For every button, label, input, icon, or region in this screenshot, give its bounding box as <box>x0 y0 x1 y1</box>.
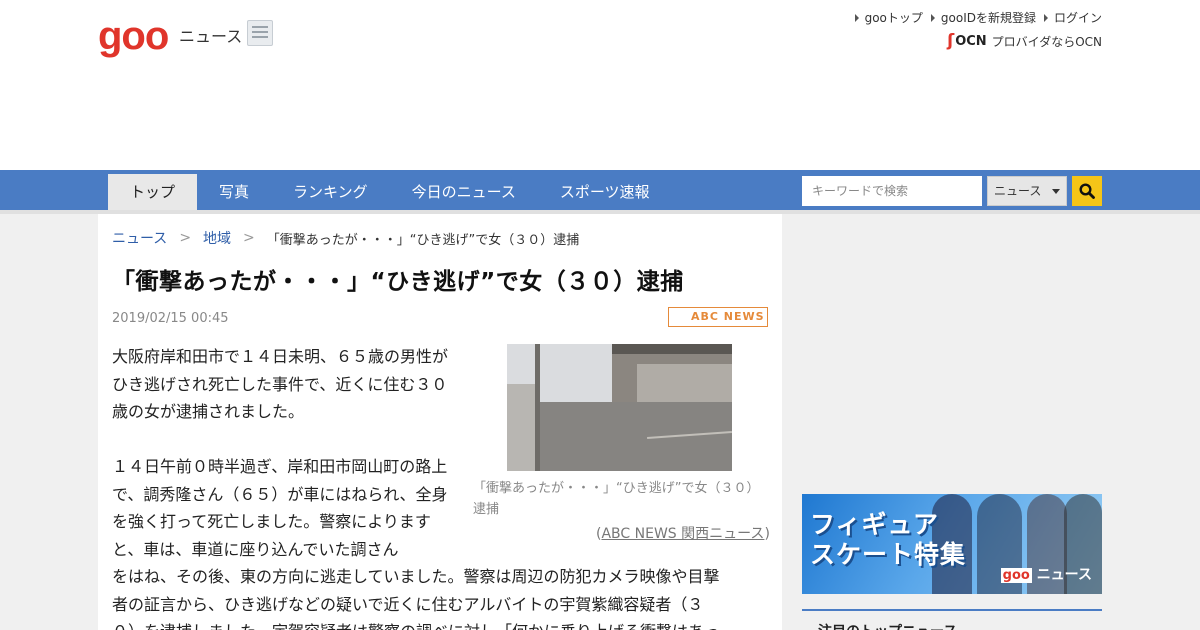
article-card: ニュース > 地域 > 「衝撃あったが・・・」“ひき逃げ”で女（３０）逮捕 「衝… <box>98 214 782 630</box>
triangle-right-icon <box>1043 13 1048 22</box>
figure-skating-banner[interactable]: フィギュア スケート特集 goo ニュース <box>802 494 1102 594</box>
triangle-right-icon <box>854 13 859 22</box>
chevron-down-icon <box>1052 189 1060 194</box>
tab-sports[interactable]: スポーツ速報 <box>538 174 672 210</box>
tab-todays-news[interactable]: 今日のニュース <box>390 174 538 210</box>
source-link[interactable]: ABC NEWS 関西ニュース <box>601 526 764 542</box>
article-paragraph-line: ０）を逮捕しました。宇賀容疑者は警察の調べに対し「何かに乗り上げる衝撃はあっ <box>112 618 768 630</box>
search-category-select[interactable]: ニュース <box>987 176 1067 206</box>
tab-ranking[interactable]: ランキング <box>271 174 390 210</box>
search-button[interactable] <box>1072 176 1102 206</box>
triangle-right-icon <box>930 13 935 22</box>
ocn-text: プロバイダならOCN <box>991 34 1102 49</box>
abc-news-logo[interactable]: ABC NEWS <box>668 307 768 327</box>
site-header: goo ニュース gooトップ gooIDを新規登録 ログイン ʃ OCN プロバ… <box>0 0 1200 170</box>
banner-brand: goo ニュース <box>1000 567 1092 583</box>
goo-logo[interactable]: goo <box>98 14 169 59</box>
article-paragraph-line: 者の証言から、ひき逃げなどの疑いで近くに住むアルバイトの宇賀紫織容疑者（３ <box>112 594 704 614</box>
article-paragraph: １４日午前０時半過ぎ、岸和田市岡山町の路上で、調秀隆さん（６５）が車にはねられ、… <box>112 457 448 559</box>
sidebar-divider <box>802 609 1102 611</box>
breadcrumb-news[interactable]: ニュース <box>112 228 167 248</box>
tab-photos[interactable]: 写真 <box>197 174 271 210</box>
article-paragraph-line: をはね、その後、東の方向に逃走していました。警察は周辺の防犯カメラ映像や目撃 <box>112 567 720 586</box>
article-title: 「衝撃あったが・・・」“ひき逃げ”で女（３０）逮捕 <box>112 269 684 295</box>
article-paragraph: 大阪府岸和田市で１４日未明、６５歳の男性がひき逃げされ死亡した事件で、近くに住む… <box>112 347 449 421</box>
search-input[interactable] <box>802 176 982 206</box>
breadcrumb-current: 「衝撃あったが・・・」“ひき逃げ”で女（３０）逮捕 <box>266 232 580 248</box>
section-name[interactable]: ニュース <box>179 23 242 47</box>
search-icon <box>1079 183 1095 199</box>
photo-credit: (ABC NEWS 関西ニュース) <box>596 526 770 542</box>
newspaper-icon <box>247 20 273 46</box>
breadcrumb: ニュース > 地域 > 「衝撃あったが・・・」“ひき逃げ”で女（３０）逮捕 <box>112 228 580 248</box>
article-date: 2019/02/15 00:45 <box>112 311 229 326</box>
register-link[interactable]: gooIDを新規登録 <box>930 9 1036 26</box>
header-links: gooトップ gooIDを新規登録 ログイン <box>854 9 1102 26</box>
login-link[interactable]: ログイン <box>1043 9 1102 26</box>
ocn-logo: ʃ OCN <box>947 31 987 51</box>
tab-top[interactable]: トップ <box>108 174 198 210</box>
goo-top-link[interactable]: gooトップ <box>854 9 923 26</box>
banner-title: フィギュア スケート特集 <box>810 510 967 569</box>
breadcrumb-region[interactable]: 地域 <box>203 228 231 248</box>
ocn-promo[interactable]: ʃ OCN プロバイダならOCN <box>947 31 1102 51</box>
photo-caption: 「衝撃あったが・・・」“ひき逃げ”で女（３０）逮捕 <box>473 481 753 517</box>
sidebar-heading: 注目のトップニュース <box>818 621 957 630</box>
